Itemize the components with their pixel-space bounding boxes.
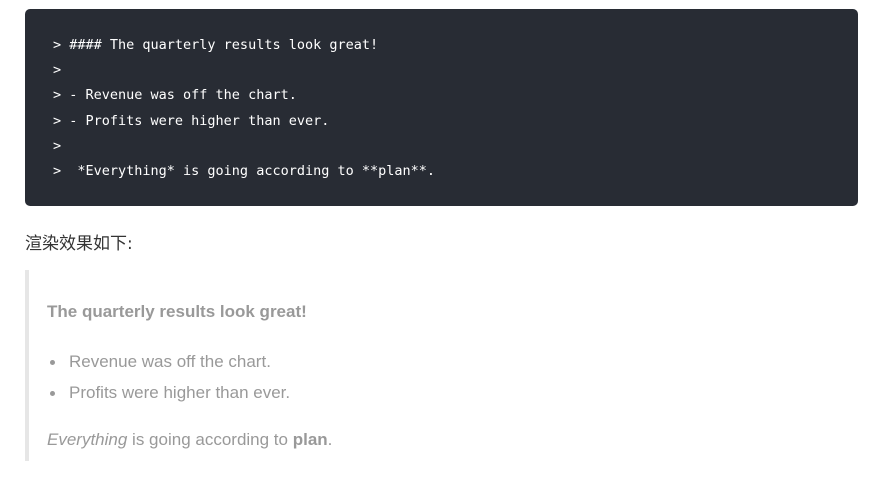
- render-caption: 渲染效果如下:: [25, 234, 133, 254]
- paragraph-text: is going according to: [127, 430, 293, 449]
- list-item-text: Revenue was off the chart.: [69, 352, 271, 371]
- blockquote: The quarterly results look great! Revenu…: [25, 270, 845, 461]
- italic-text: Everything: [47, 430, 128, 449]
- code-line: >: [53, 62, 62, 79]
- code-line: > - Revenue was off the chart.: [53, 87, 297, 104]
- quote-list: Revenue was off the chart. Profits were …: [47, 350, 290, 412]
- code-line: > - Profits were higher than ever.: [53, 112, 330, 129]
- list-item: Revenue was off the chart.: [47, 350, 290, 381]
- quote-heading: The quarterly results look great!: [47, 302, 307, 321]
- list-item: Profits were higher than ever.: [47, 381, 290, 412]
- list-item-text: Profits were higher than ever.: [69, 383, 291, 402]
- bullet-icon: [50, 360, 55, 365]
- code-line: >: [53, 137, 62, 154]
- code-block: > #### The quarterly results look great!…: [25, 9, 858, 206]
- paragraph-end: .: [327, 430, 333, 449]
- quote-paragraph: Everything is going according to plan.: [47, 430, 332, 450]
- code-line: > #### The quarterly results look great!: [53, 37, 379, 53]
- code-line: > *Everything* is going according to **p…: [53, 162, 436, 179]
- bold-text: plan: [292, 430, 328, 449]
- bullet-icon: [50, 391, 55, 396]
